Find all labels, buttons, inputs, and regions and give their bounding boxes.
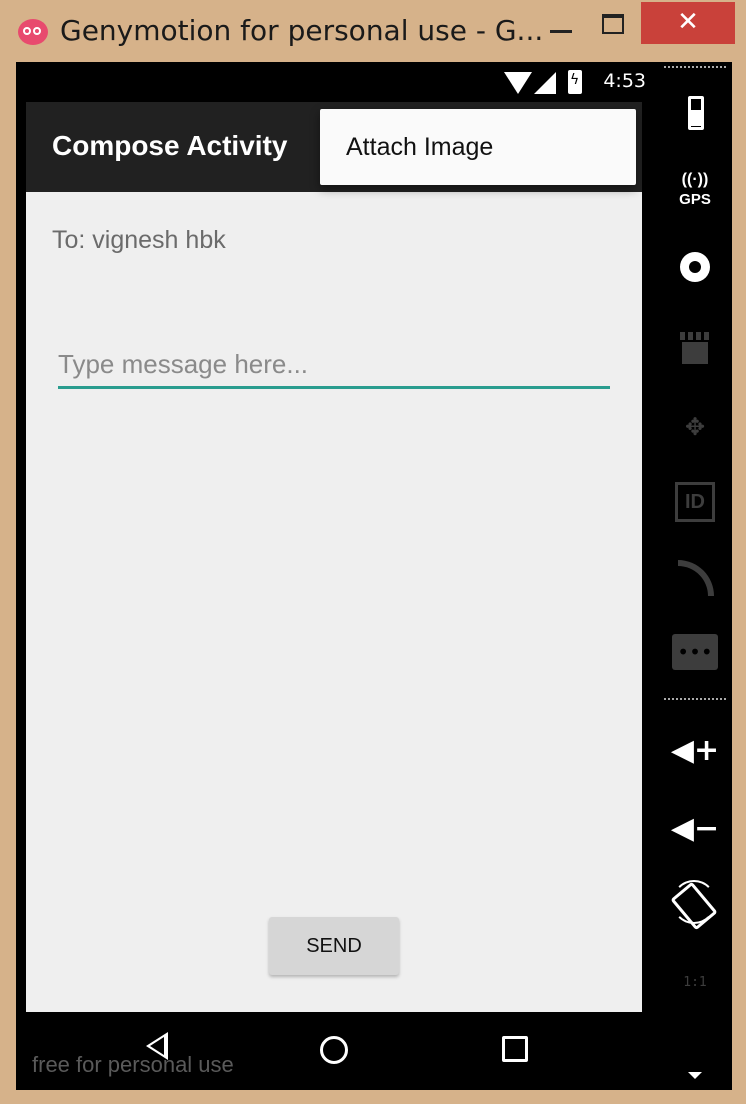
compose-content: To: vignesh hbk SEND (26, 192, 642, 1012)
page-title: Compose Activity (52, 130, 288, 161)
volume-up-icon[interactable]: ◀+ (668, 724, 722, 778)
battery-icon[interactable] (668, 88, 722, 142)
genymotion-window: Genymotion for personal use - G... ✕ 4:5… (0, 0, 746, 1104)
home-icon[interactable] (320, 1036, 348, 1064)
pixel-perfect-icon[interactable]: 1:1 (668, 956, 722, 1010)
watermark-text: free for personal use (32, 1052, 234, 1077)
message-input[interactable] (58, 342, 610, 389)
gps-label: GPS (679, 191, 711, 208)
gps-icon[interactable]: ((·)) GPS (668, 170, 722, 224)
gps-signal-icon: ((·)) (681, 171, 709, 188)
recipient-label: To: vignesh hbk (52, 226, 226, 254)
maximize-button[interactable] (590, 4, 636, 44)
window-titlebar[interactable]: Genymotion for personal use - G... ✕ (0, 0, 746, 62)
minimize-button[interactable] (540, 4, 582, 44)
overflow-menu: Attach Image (320, 109, 636, 185)
window-title: Genymotion for personal use - G... (60, 14, 544, 47)
genymotion-logo-icon (18, 19, 48, 45)
rotate-icon[interactable] (668, 878, 722, 932)
webcam-icon[interactable] (668, 246, 722, 300)
dpad-icon[interactable]: ✥ (668, 400, 722, 454)
menu-item-attach-image[interactable]: Attach Image (346, 133, 493, 162)
wifi-icon (504, 72, 532, 94)
signal-icon (534, 72, 556, 94)
recents-icon[interactable] (502, 1036, 528, 1062)
android-nav-bar: free for personal use (16, 1012, 658, 1090)
sms-icon[interactable] (668, 628, 722, 682)
cast-icon[interactable] (668, 552, 722, 606)
send-button[interactable]: SEND (269, 917, 399, 975)
emulator-frame: 4:53 Compose Activity To: vignesh hbk SE… (16, 62, 732, 1090)
identifiers-icon[interactable] (668, 476, 722, 530)
close-button[interactable]: ✕ (641, 2, 735, 44)
capture-icon[interactable] (668, 324, 722, 378)
android-status-bar: 4:53 (26, 62, 658, 102)
toolbar-divider (664, 698, 726, 700)
battery-charging-icon (568, 70, 582, 94)
volume-down-icon[interactable]: ◀− (668, 802, 722, 856)
genymotion-side-toolbar: ((·)) GPS ✥ ◀+ ◀− 1:1 (658, 62, 732, 1090)
toolbar-divider (664, 66, 726, 68)
more-icon[interactable] (668, 1052, 722, 1106)
status-time: 4:53 (603, 70, 646, 92)
